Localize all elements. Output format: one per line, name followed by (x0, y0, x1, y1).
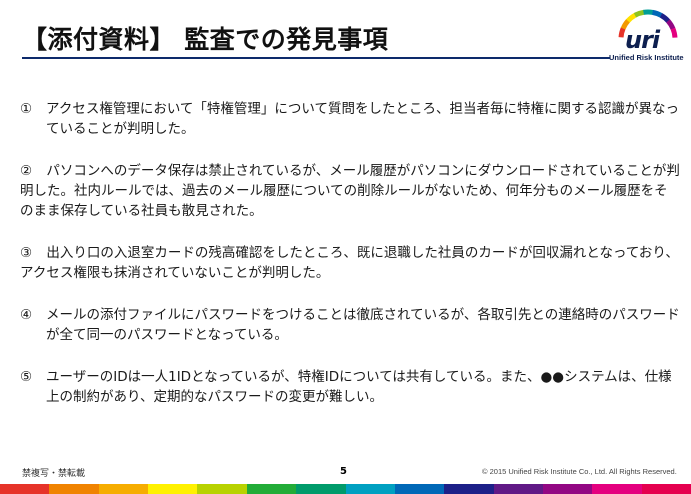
logo-ring-segment (666, 19, 676, 30)
page-title: 【添付資料】 監査での発見事項 (22, 25, 389, 54)
color-bar-segment (0, 484, 50, 494)
color-bar-segment (444, 484, 494, 494)
logo-ring-segment (651, 9, 663, 18)
page-number: 5 (340, 466, 347, 477)
logo-ring-segment (633, 9, 645, 18)
color-bar-segment (394, 484, 445, 494)
finding-number: ⑤ (20, 369, 33, 385)
color-bar-segment (246, 484, 297, 494)
finding-text: アクセス権管理において「特権管理」について質問をしたところ、担当者毎に特権に関す… (46, 101, 680, 137)
findings-list: ① アクセス権管理において「特権管理」について質問をしたところ、担当者毎に特権に… (20, 99, 680, 429)
color-bar-segment (49, 484, 99, 494)
company-logo: uri Unified Risk Institute (607, 6, 689, 64)
footer-color-bar (0, 484, 691, 494)
color-bar-segment (98, 484, 149, 494)
color-bar-segment (197, 484, 247, 494)
finding-text: パソコンへのデータ保存は禁止されているが、メール履歴がパソコンにダウンロードされ… (20, 163, 680, 219)
title-divider (22, 57, 610, 59)
footer-notice: 禁複写・禁転載 (22, 469, 86, 479)
finding-item-4: ④ メールの添付ファイルにパスワードをつけることは徹底されているが、各取引先との… (20, 305, 680, 345)
color-bar-segment (296, 484, 346, 494)
color-bar-segment (542, 484, 593, 494)
finding-item-3: ③ 出入り口の入退室カードの残高確認をしたところ、既に退職した社員のカードが回収… (20, 243, 680, 283)
finding-item-5: ⑤ ユーザーのIDは一人1IDとなっているが、特権IDについては共有している。ま… (20, 367, 680, 407)
logo-wordmark: uri (625, 26, 660, 54)
color-bar-segment (592, 484, 642, 494)
finding-text: メールの添付ファイルにパスワードをつけることは徹底されているが、各取引先との連絡… (46, 307, 680, 343)
color-bar-segment (641, 484, 691, 494)
logo-subtitle: Unified Risk Institute (609, 53, 684, 62)
logo-ring-segment (618, 27, 626, 38)
finding-number: ④ (20, 307, 33, 323)
color-bar-segment (493, 484, 543, 494)
finding-number: ② (20, 163, 33, 179)
footer-copyright: © 2015 Unified Risk Institute Co., Ltd. … (482, 467, 677, 476)
finding-number: ③ (20, 245, 33, 261)
finding-item-1: ① アクセス権管理において「特権管理」について質問をしたところ、担当者毎に特権に… (20, 99, 680, 139)
finding-number: ① (20, 101, 33, 117)
logo-ring-segment (659, 13, 671, 23)
color-bar-segment (345, 484, 395, 494)
color-bar-segment (148, 484, 198, 494)
finding-text: 出入り口の入退室カードの残高確認をしたところ、既に退職した社員のカードが回収漏れ… (20, 245, 679, 281)
logo-ring-segment (670, 27, 678, 38)
logo-ring-segment (626, 13, 637, 23)
finding-item-2: ② パソコンへのデータ保存は禁止されているが、メール履歴がパソコンにダウンロード… (20, 161, 680, 221)
finding-text: ユーザーのIDは一人1IDとなっているが、特権IDについては共有している。また、… (46, 369, 672, 405)
